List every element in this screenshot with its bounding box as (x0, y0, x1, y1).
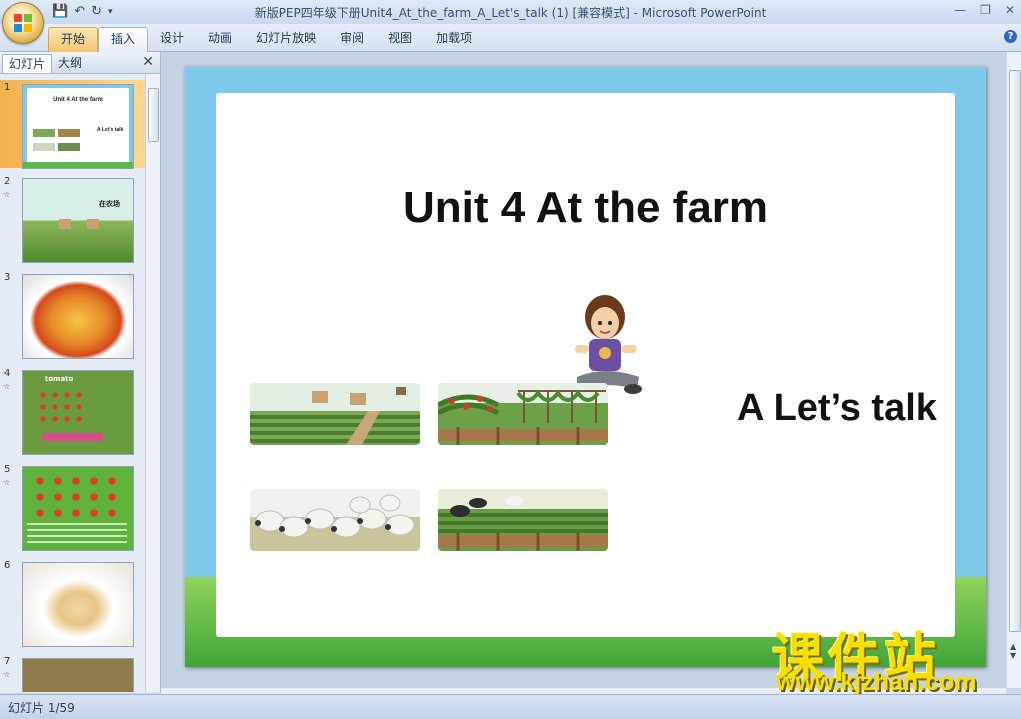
scrollbar-thumb[interactable] (148, 88, 159, 142)
minimize-icon[interactable]: — (954, 3, 966, 17)
help-icon[interactable]: ? (1004, 30, 1017, 43)
thumbnail-scrollbar[interactable] (145, 74, 160, 692)
farm-picture-vegetable-field (250, 383, 420, 445)
window-controls: — ❐ ✕ (954, 3, 1015, 17)
status-bar: 幻灯片 1/59 (0, 694, 1021, 719)
title-bar: 💾 ↶ ↻ ▾ 新版PEP四年级下册Unit4_At_the_farm_A_Le… (0, 0, 1021, 25)
thumbnail-row-3[interactable]: 3 (0, 270, 145, 359)
thumbnail-text: tomato (45, 375, 74, 383)
slide-thumbnail[interactable]: tomato (22, 370, 134, 455)
slides-panel: 幻灯片 大纲 ✕ 1 Unit 4 At the farm A Let's ta… (0, 52, 161, 693)
tab-slides[interactable]: 幻灯片 (2, 54, 53, 73)
window-title: 新版PEP四年级下册Unit4_At_the_farm_A_Let's_talk… (254, 6, 767, 20)
animation-icon: ☆ (3, 190, 11, 199)
slide-thumbnail[interactable] (22, 466, 134, 551)
restore-icon[interactable]: ❐ (980, 3, 991, 17)
watermark-logo: 课件站 www.kjzhan.com (772, 616, 1007, 696)
slide-number: 6 (4, 560, 11, 571)
slide-number: 1 (4, 82, 11, 93)
thumbnail-list: 1 Unit 4 At the farm A Let's talk 2 ☆ 在农… (0, 74, 145, 692)
thumbnail-row-2[interactable]: 2 ☆ 在农场 (0, 174, 145, 263)
slide-subtitle[interactable]: A Let’s talk (737, 387, 937, 430)
thumbnail-row-6[interactable]: 6 (0, 558, 145, 647)
thumbnail-row-5[interactable]: 5 ☆ (0, 462, 145, 551)
tab-addins[interactable]: 加载项 (424, 27, 484, 51)
panel-tabs: 幻灯片 大纲 ✕ (0, 52, 160, 74)
farm-picture-goats (438, 489, 608, 551)
farm-picture-tomato-garden (438, 383, 608, 445)
office-logo-icon (14, 14, 32, 32)
animation-icon: ☆ (3, 670, 11, 679)
tab-slideshow[interactable]: 幻灯片放映 (244, 27, 328, 51)
slide-number: 7 (4, 656, 11, 667)
watermark-url: www.kjzhan.com (776, 668, 977, 696)
slide-thumbnail[interactable] (22, 274, 134, 359)
thumbnail-title: Unit 4 At the farm (53, 97, 103, 103)
ribbon: 开始 插入 设计 动画 幻灯片放映 审阅 视图 加载项 ? (0, 24, 1021, 52)
slide-thumbnail[interactable]: 在农场 (22, 178, 134, 263)
tab-insert[interactable]: 插入 (98, 27, 149, 52)
slide-title[interactable]: Unit 4 At the farm (185, 183, 986, 233)
animation-icon: ☆ (3, 478, 11, 487)
thumbnail-row-7[interactable]: 7 ☆ (0, 654, 145, 692)
slide-number: 4 (4, 368, 11, 379)
tab-animations[interactable]: 动画 (196, 27, 244, 51)
slide-thumbnail[interactable] (22, 562, 134, 647)
slide-canvas[interactable]: Unit 4 At the farm A Let’s talk (185, 67, 986, 667)
slide-number: 5 (4, 464, 11, 475)
tab-outline[interactable]: 大纲 (52, 54, 88, 72)
thumbnail-text: 在农场 (99, 200, 120, 208)
office-button[interactable] (2, 2, 44, 44)
slide-number: 2 (4, 176, 11, 187)
editor-scrollbar[interactable]: ▲ ▼ (1006, 52, 1021, 688)
editor-scrollbar-thumb[interactable] (1009, 70, 1021, 632)
tab-design[interactable]: 设计 (148, 27, 196, 51)
animation-icon: ☆ (3, 382, 11, 391)
close-icon[interactable]: ✕ (1005, 3, 1015, 17)
slide-thumbnail[interactable]: Unit 4 At the farm A Let's talk (22, 84, 134, 169)
thumbnail-row-1[interactable]: 1 Unit 4 At the farm A Let's talk (0, 80, 145, 169)
thumbnail-row-4[interactable]: 4 ☆ tomato (0, 366, 145, 455)
tab-view[interactable]: 视图 (376, 27, 424, 51)
slide-thumbnail[interactable] (22, 658, 134, 692)
ribbon-tabs: 开始 插入 设计 动画 幻灯片放映 审阅 视图 加载项 (48, 27, 484, 52)
slide-number: 3 (4, 272, 11, 283)
scroll-down-icon[interactable]: ▲ ▼ (1010, 642, 1016, 660)
close-panel-icon[interactable]: ✕ (142, 54, 154, 70)
tab-home[interactable]: 开始 (48, 27, 99, 52)
slide-counter: 幻灯片 1/59 (8, 701, 75, 715)
farm-picture-sheep (250, 489, 420, 551)
tab-review[interactable]: 审阅 (328, 27, 376, 51)
thumbnail-subtitle: A Let's talk (97, 127, 124, 133)
